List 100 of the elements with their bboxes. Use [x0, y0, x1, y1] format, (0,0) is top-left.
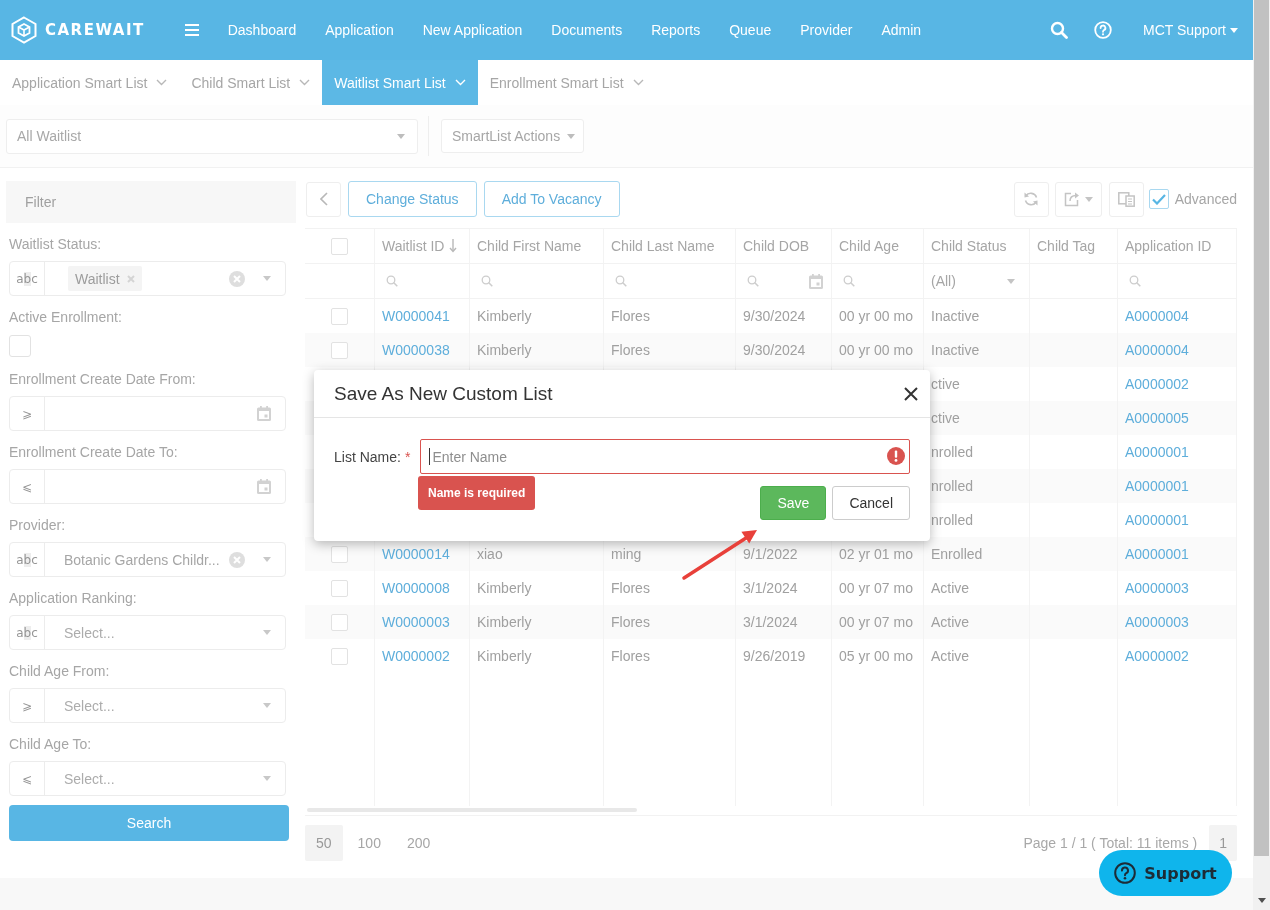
cancel-button[interactable]: Cancel — [832, 486, 910, 520]
support-button[interactable]: Support — [1099, 850, 1232, 896]
table-cell: Active — [931, 648, 970, 664]
caret-icon[interactable] — [263, 276, 271, 281]
table-link[interactable]: W0000038 — [382, 342, 450, 358]
remove-icon[interactable] — [126, 274, 135, 283]
table-link[interactable]: W0000014 — [382, 546, 450, 562]
refresh-button[interactable] — [1013, 181, 1049, 217]
table-link[interactable]: A0000003 — [1125, 580, 1189, 596]
toolbar-button[interactable]: Change Status — [348, 181, 477, 217]
calendar-icon[interactable] — [257, 479, 271, 494]
calendar-icon[interactable] — [809, 273, 823, 289]
user-menu[interactable]: MCT Support — [1143, 22, 1238, 38]
filter-select[interactable]: ⩽ Select... — [9, 761, 286, 796]
logo-icon[interactable] — [10, 16, 38, 44]
table-link[interactable]: A0000003 — [1125, 614, 1189, 630]
table-link[interactable]: W0000002 — [382, 648, 450, 664]
row-checkbox[interactable] — [331, 613, 348, 631]
page-size-option[interactable]: 100 — [346, 825, 392, 861]
search-button[interactable]: Search — [9, 805, 289, 841]
calendar-icon[interactable] — [257, 406, 271, 421]
menu-icon[interactable] — [184, 24, 199, 36]
columns-button[interactable] — [1108, 181, 1144, 217]
prefix-addon: ⩾ — [10, 397, 45, 430]
filter-select[interactable]: abc Botanic Gardens Childr... — [9, 542, 286, 577]
column-header[interactable]: Child Status — [924, 229, 1030, 263]
tag-select[interactable]: abc Waitlist — [9, 261, 286, 296]
column-header[interactable]: Child DOB — [736, 229, 832, 263]
table-link[interactable]: W0000003 — [382, 614, 450, 630]
table-link[interactable]: W0000008 — [382, 580, 450, 596]
save-button[interactable]: Save — [760, 486, 827, 520]
row-checkbox[interactable] — [331, 579, 348, 597]
column-header[interactable]: Application ID — [1118, 229, 1237, 263]
list-name-field[interactable]: Enter Name — [420, 439, 910, 474]
nav-link[interactable]: New Application — [422, 22, 523, 38]
caret-icon[interactable] — [263, 557, 271, 562]
date-field[interactable]: ⩾ — [9, 396, 286, 431]
table-link[interactable]: A0000001 — [1125, 546, 1189, 562]
nav-link[interactable]: Application — [325, 22, 394, 38]
smart-list-tab[interactable]: Waitlist Smart List — [322, 60, 478, 105]
caret-icon[interactable] — [263, 776, 271, 781]
nav-link[interactable]: Dashboard — [227, 22, 297, 38]
checkbox[interactable] — [9, 335, 31, 357]
page-size-option[interactable]: 50 — [305, 825, 343, 861]
row-checkbox[interactable] — [331, 647, 348, 665]
row-checkbox[interactable] — [331, 545, 348, 563]
prefix-addon: abc — [10, 616, 45, 649]
smart-list-tab[interactable]: Application Smart List — [0, 60, 180, 105]
table-link[interactable]: A0000004 — [1125, 308, 1189, 324]
list-view-select[interactable]: All Waitlist — [6, 118, 418, 154]
checkbox-label[interactable]: Advanced — [1174, 191, 1237, 207]
table-link[interactable]: A0000001 — [1125, 478, 1189, 494]
help-icon[interactable] — [1094, 21, 1112, 39]
close-button[interactable] — [904, 386, 918, 401]
filter-select[interactable]: abc Select... — [9, 615, 286, 650]
field-label: List Name: — [334, 448, 401, 465]
filter-header[interactable]: Filter — [6, 181, 296, 223]
export-button[interactable] — [1054, 181, 1102, 217]
column-filter-select[interactable]: (All) — [924, 264, 1030, 298]
table-link[interactable]: A0000005 — [1125, 410, 1189, 426]
column-header[interactable]: Child Last Name — [604, 229, 736, 263]
page-size-option[interactable]: 200 — [395, 825, 442, 861]
vertical-scrollbar[interactable] — [1253, 0, 1270, 910]
date-field[interactable]: ⩽ — [9, 469, 286, 504]
toolbar-button[interactable]: Add To Vacancy — [483, 181, 620, 217]
table-link[interactable]: W0000041 — [382, 308, 450, 324]
column-header[interactable]: Child Age — [832, 229, 924, 263]
column-header[interactable]: Child First Name — [470, 229, 604, 263]
table-link[interactable]: A0000002 — [1125, 648, 1189, 664]
scrollbar-thumb[interactable] — [1254, 0, 1269, 856]
nav-link[interactable]: Reports — [651, 22, 701, 38]
table-cell: 00 yr 00 mo — [839, 342, 913, 358]
table-cell: 9/30/2024 — [743, 342, 806, 358]
table-cell: ctive — [931, 376, 960, 392]
table-link[interactable]: A0000002 — [1125, 376, 1189, 392]
table-cell: 02 yr 01 mo — [839, 546, 913, 562]
nav-link[interactable]: Documents — [551, 22, 623, 38]
smart-list-tab[interactable]: Child Smart List — [179, 60, 323, 105]
back-button[interactable] — [306, 181, 341, 217]
select-all-checkbox[interactable] — [331, 237, 348, 255]
scroll-down-icon[interactable] — [1257, 898, 1266, 903]
search-icon[interactable] — [1050, 21, 1068, 39]
nav-link[interactable]: Queue — [729, 22, 772, 38]
row-checkbox[interactable] — [331, 307, 348, 325]
column-header[interactable]: Waitlist ID — [375, 229, 470, 263]
caret-icon[interactable] — [263, 703, 271, 708]
nav-link[interactable]: Provider — [800, 22, 853, 38]
column-header[interactable]: Child Tag — [1030, 229, 1118, 263]
table-link[interactable]: A0000001 — [1125, 444, 1189, 460]
nav-link[interactable]: Admin — [881, 22, 922, 38]
smartlist-actions-button[interactable]: SmartList Actions — [441, 119, 585, 153]
filter-select[interactable]: ⩾ Select... — [9, 688, 286, 723]
table-link[interactable]: A0000004 — [1125, 342, 1189, 358]
row-checkbox[interactable] — [331, 341, 348, 359]
table-link[interactable]: A0000001 — [1125, 512, 1189, 528]
advanced-checkbox[interactable] — [1148, 189, 1169, 209]
clear-icon[interactable] — [229, 270, 245, 287]
smart-list-tab[interactable]: Enrollment Smart List — [477, 60, 656, 105]
clear-icon[interactable] — [229, 551, 245, 568]
caret-icon[interactable] — [263, 630, 271, 635]
